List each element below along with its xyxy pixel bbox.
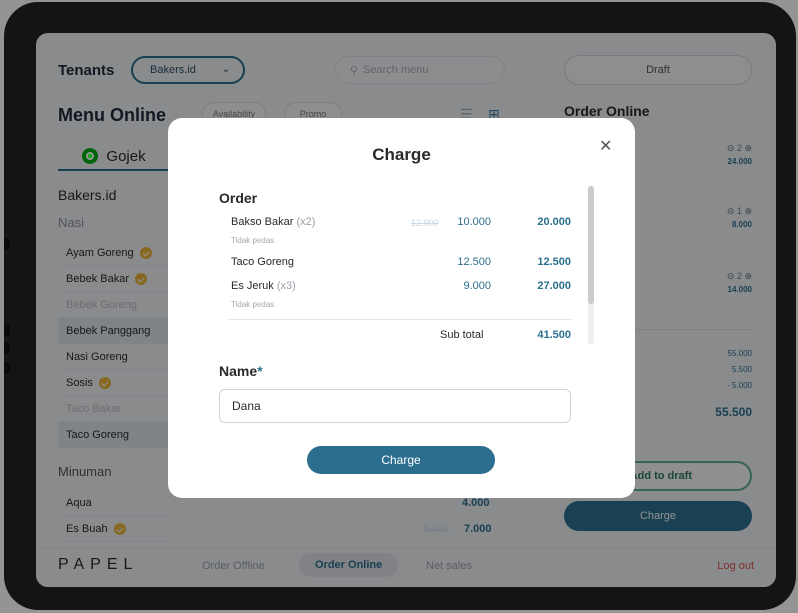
name-field-label: Name* <box>219 363 263 379</box>
order-item-unit-price: 10.000 <box>457 216 491 228</box>
close-icon[interactable]: ✕ <box>599 136 612 156</box>
order-item-subtotal: 27.000 <box>537 280 571 292</box>
order-item-name: Taco Goreng <box>231 256 294 268</box>
order-section-label: Order <box>219 190 258 206</box>
order-item-name: Bakso Bakar <box>231 216 294 228</box>
name-input[interactable] <box>219 389 571 423</box>
divider <box>228 319 572 320</box>
order-item-subtotal: 12.500 <box>537 256 571 268</box>
order-row: Es Jeruk (x3) 9.000 27.000 <box>231 280 571 298</box>
order-scrollbar-thumb[interactable] <box>588 186 594 304</box>
subtotal-value: 41.500 <box>537 329 571 341</box>
order-row: Taco Goreng 12.500 12.500 <box>231 256 571 274</box>
order-item-name: Es Jeruk <box>231 280 274 292</box>
charge-button[interactable]: Charge <box>307 446 495 474</box>
modal-title: Charge <box>372 145 431 164</box>
order-item-old-price: 12.000 <box>411 218 439 228</box>
order-item-qty: (x3) <box>276 280 296 292</box>
order-item-note: Tidak pedas <box>231 236 275 245</box>
order-item-note: Tidak pedas <box>231 300 275 309</box>
required-marker: * <box>257 363 263 379</box>
order-item-subtotal: 20.000 <box>537 216 571 228</box>
order-item-unit-price: 9.000 <box>463 280 491 292</box>
subtotal-label: Sub total <box>440 329 484 341</box>
order-item-qty: (x2) <box>296 216 316 228</box>
name-label-text: Name <box>219 363 258 379</box>
charge-modal: Charge ✕ Order Bakso Bakar (x2) 12.000 1… <box>168 118 635 498</box>
order-row: Bakso Bakar (x2) 12.000 10.000 20.000 <box>231 216 571 234</box>
order-item-unit-price: 12.500 <box>457 256 491 268</box>
